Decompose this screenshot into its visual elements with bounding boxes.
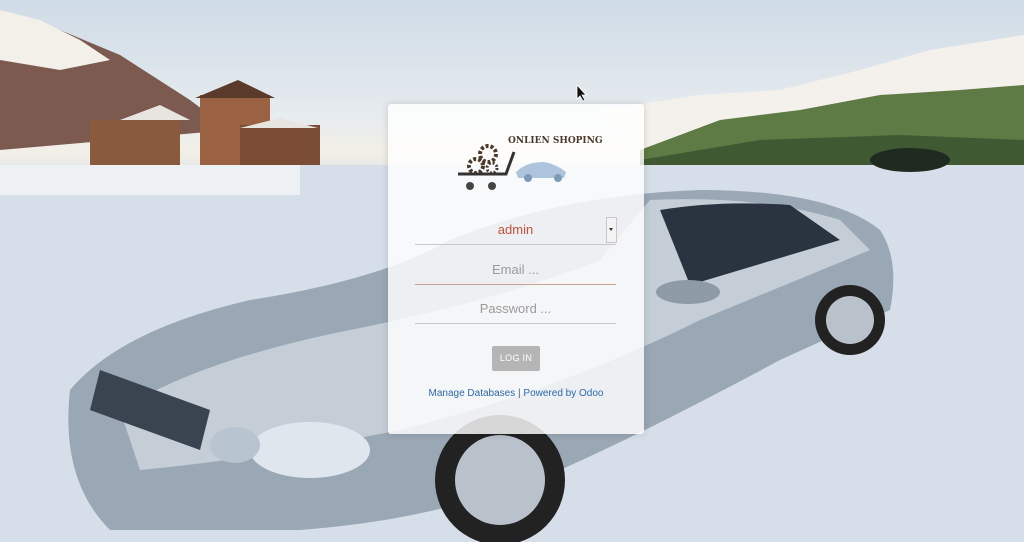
login-button[interactable]: LOG IN: [492, 346, 540, 371]
database-value: admin: [497, 222, 534, 237]
dropdown-arrow-icon[interactable]: [606, 217, 617, 243]
logo-text: ONLIEN SHOPING: [508, 136, 603, 146]
powered-by-odoo-link[interactable]: Powered by Odoo: [523, 388, 603, 399]
manage-databases-link[interactable]: Manage Databases: [429, 388, 516, 399]
footer-links: Manage Databases | Powered by Odoo: [388, 388, 644, 399]
database-select[interactable]: admin: [415, 216, 617, 245]
email-placeholder: Email ...: [492, 262, 539, 277]
password-placeholder: Password ...: [479, 301, 552, 316]
email-field[interactable]: Email ...: [415, 256, 616, 285]
company-logo: ONLIEN SHOPING: [456, 132, 603, 194]
login-card: ONLIEN SHOPING admin Email ... Password …: [388, 104, 644, 434]
mouse-cursor-icon: [576, 84, 587, 102]
password-field[interactable]: Password ...: [415, 295, 616, 324]
background-image: ONLIEN SHOPING admin Email ... Password …: [0, 0, 1024, 542]
